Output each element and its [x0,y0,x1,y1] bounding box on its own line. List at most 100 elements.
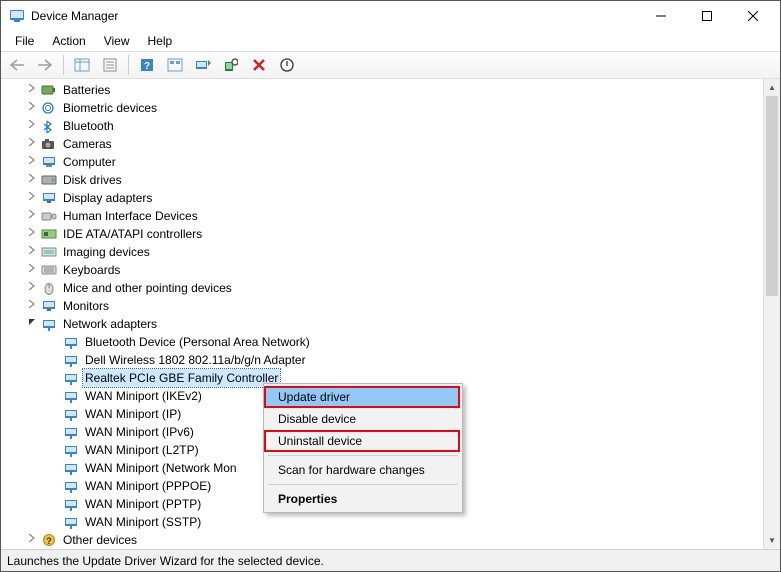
tree-item-label: WAN Miniport (PPPOE) [83,477,213,495]
context-menu-update-driver[interactable]: Update driver [266,386,460,408]
expand-chevron-icon[interactable] [25,81,39,99]
tree-item-label: WAN Miniport (Network Mon [83,459,239,477]
close-button[interactable] [730,1,776,31]
tree-item-label: Monitors [61,297,111,315]
network-icon [63,406,79,422]
tree-category-hid[interactable]: Human Interface Devices [1,207,763,225]
monitor-icon [41,298,57,314]
scroll-down-arrow[interactable]: ▼ [764,532,780,549]
menu-action[interactable]: Action [44,33,93,49]
expand-chevron-icon[interactable] [25,243,39,261]
window-controls [638,1,776,31]
scroll-up-arrow[interactable]: ▲ [764,79,780,96]
menu-help[interactable]: Help [140,33,181,49]
tree-category-ide[interactable]: IDE ATA/ATAPI controllers [1,225,763,243]
expand-chevron-icon[interactable] [25,297,39,315]
scroll-thumb[interactable] [766,96,778,296]
scan-hardware-button[interactable] [219,54,243,76]
tree-category-biometric[interactable]: Biometric devices [1,99,763,117]
network-icon [63,388,79,404]
context-menu-separator [268,484,458,485]
expand-chevron-icon[interactable] [25,117,39,135]
context-menu: Update driver Disable device Uninstall d… [263,383,463,513]
hid-icon [41,208,57,224]
context-menu-disable-device[interactable]: Disable device [266,408,460,430]
tree-category-network-adapters[interactable]: Network adapters [1,315,763,333]
tree-item-label: Imaging devices [61,243,152,261]
minimize-button[interactable] [638,1,684,31]
expand-chevron-icon[interactable] [25,153,39,171]
context-menu-scan-hardware[interactable]: Scan for hardware changes [266,459,460,481]
expand-chevron-icon[interactable] [25,279,39,297]
maximize-button[interactable] [684,1,730,31]
network-icon [63,514,79,530]
camera-icon [41,136,57,152]
tree-category-keyboard[interactable]: Keyboards [1,261,763,279]
tree-item-label: Human Interface Devices [61,207,200,225]
nav-back-button[interactable] [5,54,29,76]
update-driver-button[interactable] [191,54,215,76]
context-menu-separator [268,455,458,456]
properties-button[interactable] [98,54,122,76]
show-hide-tree-button[interactable] [70,54,94,76]
disk-icon [41,172,57,188]
tree-item-network-10[interactable]: WAN Miniport (SSTP) [1,513,763,531]
tree-item-label: WAN Miniport (IP) [83,405,183,423]
context-menu-properties[interactable]: Properties [266,488,460,510]
expand-chevron-icon[interactable] [25,261,39,279]
expand-chevron-icon[interactable] [25,315,39,333]
tree-item-label: Mice and other pointing devices [61,279,234,297]
vertical-scrollbar[interactable]: ▲ ▼ [763,79,780,549]
title-bar: Device Manager [1,1,780,31]
tree-category-imaging[interactable]: Imaging devices [1,243,763,261]
biometric-icon [41,100,57,116]
app-icon [9,8,25,24]
tree-item-label: Bluetooth [61,117,116,135]
other-icon: ? [41,532,57,548]
computer-icon [41,154,57,170]
expand-chevron-icon[interactable] [25,225,39,243]
tree-category-disk[interactable]: Disk drives [1,171,763,189]
action-view-button[interactable] [163,54,187,76]
disable-device-button[interactable] [275,54,299,76]
network-icon [63,334,79,350]
tree-item-label: Biometric devices [61,99,159,117]
ide-icon [41,226,57,242]
menu-view[interactable]: View [96,33,138,49]
tree-item-network-0[interactable]: Bluetooth Device (Personal Area Network) [1,333,763,351]
svg-text:?: ? [46,536,52,546]
network-icon [63,460,79,476]
tree-category-battery[interactable]: Batteries [1,81,763,99]
menu-file[interactable]: File [7,33,42,49]
expand-chevron-icon[interactable] [25,99,39,117]
tree-item-network-1[interactable]: Dell Wireless 1802 802.11a/b/g/n Adapter [1,351,763,369]
tree-item-label: Display adapters [61,189,154,207]
menu-bar: File Action View Help [1,31,780,51]
network-icon [63,478,79,494]
tree-category-other-devices[interactable]: ? Other devices [1,531,763,549]
network-icon [63,442,79,458]
expand-chevron-icon[interactable] [25,531,39,549]
context-menu-uninstall-device[interactable]: Uninstall device [266,430,460,452]
tree-item-label: Disk drives [61,171,124,189]
expand-chevron-icon[interactable] [25,171,39,189]
tree-category-monitor[interactable]: Monitors [1,297,763,315]
tree-item-label: Other devices [61,531,139,549]
expand-chevron-icon[interactable] [25,135,39,153]
tree-item-label: Dell Wireless 1802 802.11a/b/g/n Adapter [83,351,308,369]
expand-chevron-icon[interactable] [25,189,39,207]
tree-item-label: Batteries [61,81,112,99]
imaging-icon [41,244,57,260]
tree-category-computer[interactable]: Computer [1,153,763,171]
tree-category-bluetooth[interactable]: Bluetooth [1,117,763,135]
tree-item-label: IDE ATA/ATAPI controllers [61,225,204,243]
help-button[interactable]: ? [135,54,159,76]
tree-category-display[interactable]: Display adapters [1,189,763,207]
tree-item-label: WAN Miniport (IKEv2) [83,387,204,405]
tree-category-mouse[interactable]: Mice and other pointing devices [1,279,763,297]
uninstall-device-button[interactable] [247,54,271,76]
bluetooth-icon [41,118,57,134]
tree-category-camera[interactable]: Cameras [1,135,763,153]
nav-forward-button[interactable] [33,54,57,76]
expand-chevron-icon[interactable] [25,207,39,225]
